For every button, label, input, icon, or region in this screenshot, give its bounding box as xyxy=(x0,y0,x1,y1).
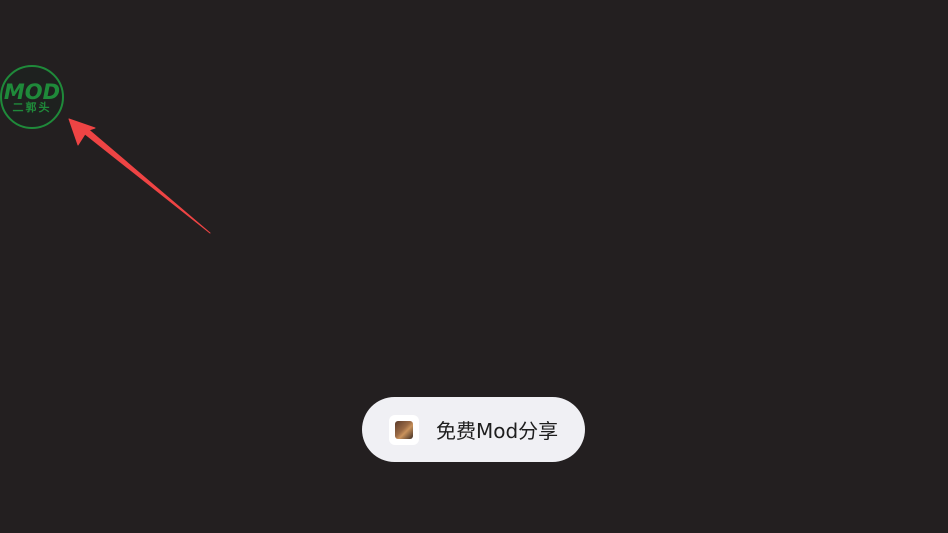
app-thumbnail-icon xyxy=(395,420,413,439)
toast-message: 免费Mod分享 xyxy=(436,419,559,443)
toast-notification: 免费Mod分享 xyxy=(362,397,585,462)
mod-badge-subtitle: 二郭头 xyxy=(12,101,52,114)
app-icon xyxy=(389,414,419,445)
screen: MOD 二郭头 免费Mod分享 xyxy=(0,0,948,533)
mod-floating-button[interactable]: MOD 二郭头 xyxy=(0,65,64,129)
mod-badge-title: MOD xyxy=(3,80,61,104)
